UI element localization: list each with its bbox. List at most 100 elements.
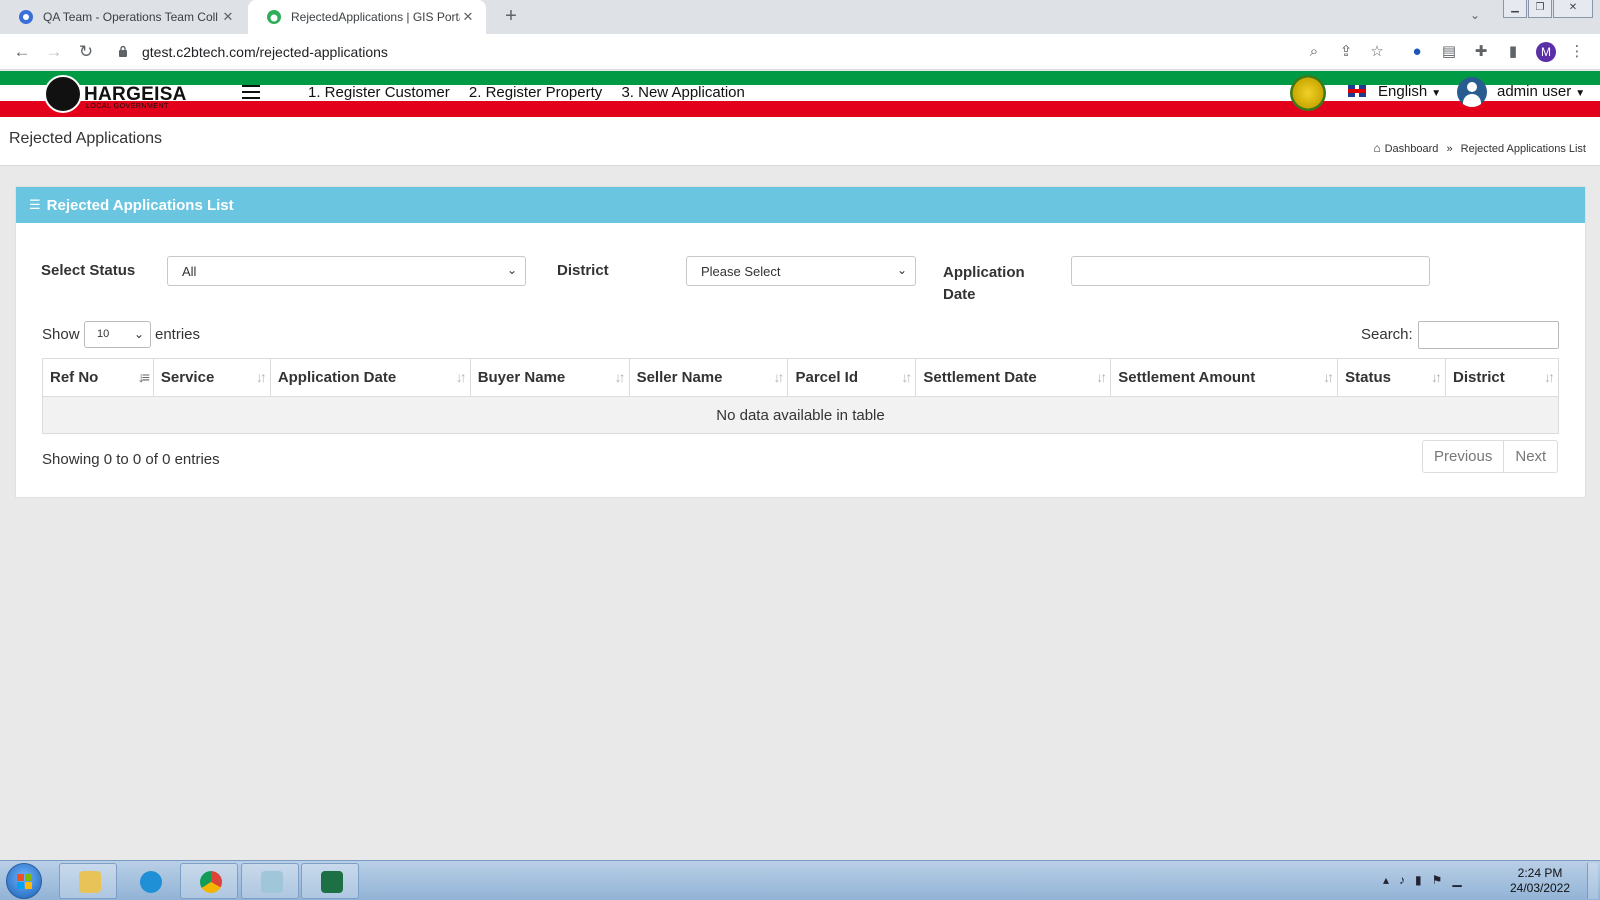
hargeisa-logo-icon[interactable] — [44, 75, 82, 113]
page-title: Rejected Applications — [9, 130, 162, 147]
edge-icon — [140, 871, 162, 893]
system-tray[interactable]: ▴♪▮⚑▁ — [1383, 873, 1472, 887]
extension-clipboard-icon[interactable]: ▤ — [1440, 43, 1458, 61]
list-icon: ☰ — [29, 197, 41, 212]
district-label: District — [557, 262, 609, 279]
application-date-label-line1: Application — [943, 264, 1025, 281]
page-length-select[interactable]: 10 ⌄ — [84, 321, 151, 348]
next-button[interactable]: Next — [1503, 441, 1557, 472]
chevron-down-icon: ⌄ — [506, 263, 517, 277]
taskbar-chrome[interactable] — [180, 863, 238, 899]
sort-icon: ↓↑ — [901, 369, 912, 385]
column-status[interactable]: Status ↓↑ — [1337, 358, 1447, 397]
browser-menu-icon[interactable]: ⋮ — [1568, 43, 1586, 61]
column-label: Ref No — [50, 369, 99, 386]
taskbar: ▴♪▮⚑▁ 2:24 PM 24/03/2022 — [0, 860, 1600, 900]
teams-icon — [19, 10, 33, 24]
hamburger-menu-icon[interactable] — [242, 85, 260, 99]
side-panel-icon[interactable]: ▮ — [1504, 43, 1522, 61]
previous-button[interactable]: Previous — [1423, 441, 1503, 472]
extensions-puzzle-icon[interactable]: ✚ — [1472, 43, 1490, 61]
search-input[interactable] — [1418, 321, 1559, 349]
entries-label: entries — [155, 326, 201, 343]
windows-logo-pane — [25, 882, 32, 889]
column-ref-no[interactable]: Ref No ↓≡ — [42, 358, 154, 397]
show-desktop-button[interactable] — [1587, 863, 1598, 899]
column-label: Status — [1345, 369, 1391, 386]
uk-flag-icon — [1348, 85, 1366, 97]
column-label: Buyer Name — [477, 369, 566, 386]
language-dropdown[interactable]: English ▼ — [1378, 83, 1441, 100]
application-date-input[interactable] — [1071, 256, 1430, 286]
column-settlement-date[interactable]: Settlement Date ↓↑ — [915, 358, 1112, 397]
sort-icon: ↓↑ — [614, 369, 626, 385]
column-application-date[interactable]: Application Date ↓↑ — [269, 358, 471, 397]
column-label: Settlement Amount — [1118, 369, 1256, 386]
tab-search-chevron-icon[interactable]: ⌄ — [1470, 8, 1480, 22]
forward-arrow-icon[interactable]: → — [43, 41, 65, 63]
empty-table-message: No data available in table — [42, 396, 1559, 434]
column-district[interactable]: District ↓↑ — [1445, 358, 1559, 397]
close-icon[interactable]: ✕ — [220, 9, 236, 25]
sort-icon: ↓↑ — [1323, 369, 1334, 385]
rejected-applications-table: Ref No ↓≡ Service ↓↑ Application Date ↓↑ Bu… — [42, 358, 1559, 434]
window-close-button[interactable]: ✕ — [1553, 0, 1593, 18]
zoom-icon[interactable]: ⌕ — [1305, 43, 1323, 61]
chevron-down-icon: ⌄ — [133, 327, 144, 341]
browser-tab-qa-team[interactable]: QA Team - Operations Team Coll ✕ — [0, 0, 246, 34]
address-bar[interactable]: gtest.c2btech.com/rejected-applications — [142, 44, 388, 60]
taskbar-edge[interactable] — [120, 863, 178, 899]
taskbar-notepad[interactable] — [241, 863, 299, 899]
lock-icon[interactable] — [118, 45, 128, 58]
district-select[interactable]: Please Select ⌄ — [686, 256, 916, 286]
sort-icon: ↓↑ — [1431, 369, 1442, 385]
nav-register-customer[interactable]: 1. Register Customer — [308, 84, 450, 101]
status-select[interactable]: All ⌄ — [167, 256, 526, 286]
new-tab-button[interactable]: + — [499, 5, 523, 29]
sort-icon: ↓↑ — [455, 369, 467, 385]
profile-avatar[interactable]: M — [1536, 42, 1556, 62]
clock[interactable]: 2:24 PM 24/03/2022 — [1505, 866, 1575, 896]
page-title-bar: Rejected Applications ⌂ Dashboard » Rejec… — [0, 117, 1600, 166]
nav-register-property[interactable]: 2. Register Property — [469, 84, 602, 101]
browser-tab-gis-portal[interactable]: RejectedApplications | GIS Portal ✕ — [248, 0, 486, 34]
column-parcel-id[interactable]: Parcel Id ↓↑ — [787, 358, 917, 397]
card-title: Rejected Applications List — [46, 196, 234, 214]
breadcrumb-dashboard[interactable]: Dashboard — [1385, 143, 1439, 155]
windows-logo-pane — [17, 882, 24, 889]
minimize-button[interactable]: ▁ — [1503, 0, 1527, 18]
table-header-row: Ref No ↓≡ Service ↓↑ Application Date ↓↑ Bu… — [42, 358, 1559, 397]
column-label: Settlement Date — [923, 369, 1037, 386]
taskbar-excel[interactable] — [301, 863, 359, 899]
user-dropdown[interactable]: admin user ▼ — [1497, 83, 1585, 100]
column-buyer-name[interactable]: Buyer Name ↓↑ — [469, 358, 630, 397]
logo-subtitle: LOCAL GOVERNMENT — [86, 103, 169, 110]
application-date-label: Application Date — [943, 262, 1025, 306]
column-settlement-amount[interactable]: Settlement Amount ↓↑ — [1110, 358, 1339, 397]
nav-new-application[interactable]: 3. New Application — [621, 84, 744, 101]
folder-icon — [79, 871, 101, 893]
column-seller-name[interactable]: Seller Name ↓↑ — [628, 358, 789, 397]
column-service[interactable]: Service ↓↑ — [152, 358, 271, 397]
start-button[interactable] — [6, 863, 42, 899]
close-icon[interactable]: ✕ — [460, 9, 476, 25]
user-avatar-icon[interactable] — [1457, 77, 1487, 107]
taskbar-file-explorer[interactable] — [59, 863, 117, 899]
share-icon[interactable]: ⇪ — [1337, 43, 1355, 61]
reload-icon[interactable]: ↻ — [75, 41, 97, 63]
card-header: ☰ Rejected Applications List — [16, 187, 1585, 223]
bookmark-star-icon[interactable]: ☆ — [1368, 43, 1386, 61]
clock-time: 2:24 PM — [1517, 866, 1563, 880]
caret-down-icon: ▼ — [1431, 88, 1442, 99]
restore-button[interactable]: ❐ — [1528, 0, 1552, 18]
user-name: admin user — [1497, 83, 1572, 100]
extension-shield-icon[interactable]: ● — [1408, 43, 1426, 61]
tab-title: QA Team - Operations Team Coll — [43, 10, 218, 24]
gis-portal-icon — [267, 10, 281, 24]
tab-title: RejectedApplications | GIS Portal — [291, 10, 460, 24]
column-label: Application Date — [277, 369, 397, 386]
district-select-value: Please Select — [701, 264, 781, 279]
back-arrow-icon[interactable]: ← — [11, 41, 33, 63]
sort-icon: ↓↑ — [1096, 369, 1107, 385]
table-info: Showing 0 to 0 of 0 entries — [42, 451, 220, 468]
